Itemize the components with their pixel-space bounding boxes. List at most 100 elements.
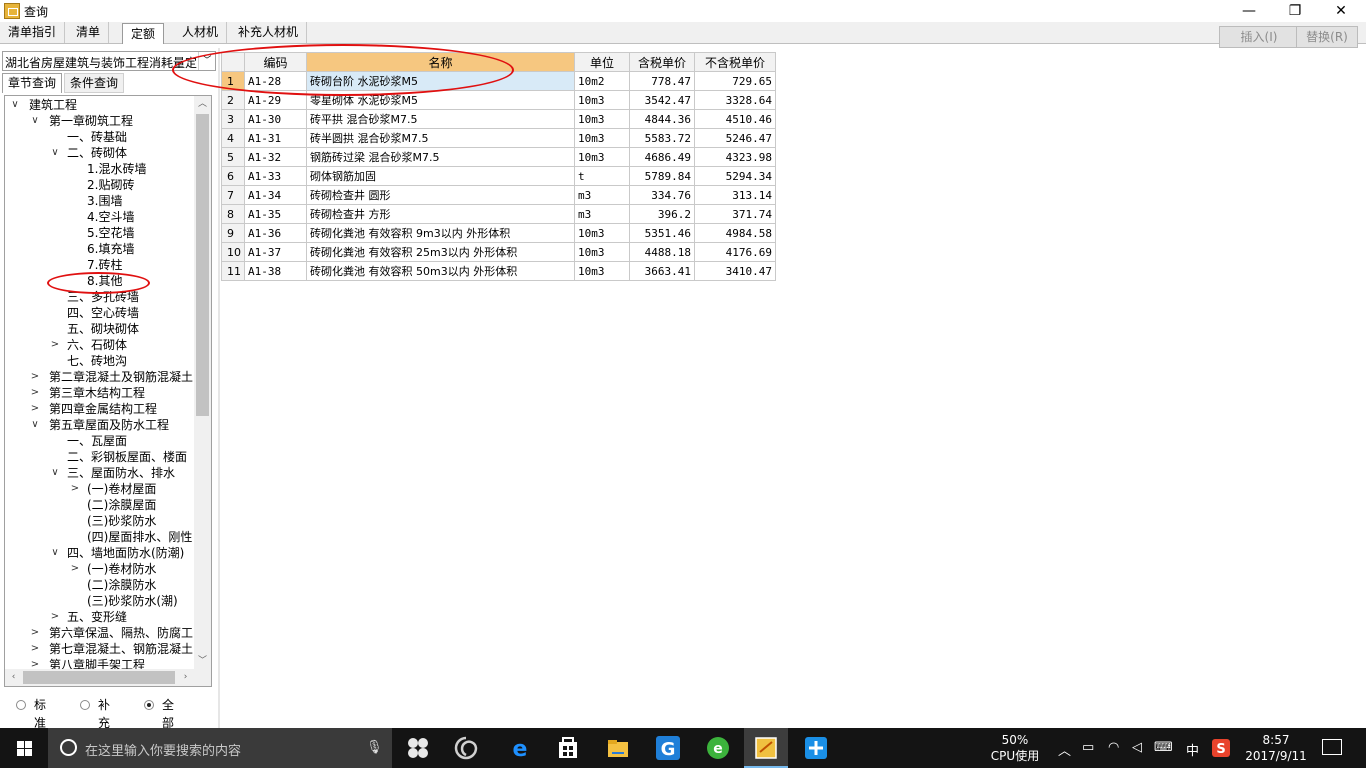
cell-name[interactable]: 砌体钢筋加固 bbox=[306, 166, 575, 186]
cell-tax-price[interactable]: 3663.41 bbox=[629, 261, 695, 281]
glodon-app-icon[interactable]: G bbox=[654, 734, 682, 762]
cell-tax-price[interactable]: 5583.72 bbox=[629, 128, 695, 148]
cell-unit[interactable]: m3 bbox=[574, 185, 630, 205]
tab-supplement-labor-material[interactable]: 补充人材机 bbox=[230, 22, 308, 43]
cell-notax-price[interactable]: 4510.46 bbox=[694, 109, 776, 129]
tree-node[interactable]: > 第三章木结构工程 bbox=[5, 385, 195, 401]
cell-unit[interactable]: 10m3 bbox=[574, 147, 630, 167]
cell-unit[interactable]: 10m3 bbox=[574, 109, 630, 129]
tree-node[interactable]: ∨ 第五章屋面及防水工程 bbox=[5, 417, 195, 433]
cell-notax-price[interactable]: 4176.69 bbox=[694, 242, 776, 262]
cpu-usage-widget[interactable]: 50% CPU使用 bbox=[990, 732, 1040, 764]
row-number[interactable]: 5 bbox=[221, 147, 245, 167]
tree-node[interactable]: > 五、变形缝 bbox=[5, 609, 195, 625]
minimize-button[interactable]: — bbox=[1226, 0, 1272, 22]
tree-node[interactable]: 3.围墙 bbox=[5, 193, 195, 209]
cell-notax-price[interactable]: 5294.34 bbox=[694, 166, 776, 186]
tree-node[interactable]: > (一)卷材屋面 bbox=[5, 481, 195, 497]
tree-vertical-scrollbar[interactable]: ︿ ﹀ bbox=[194, 96, 211, 670]
table-row[interactable]: 4 A1-31 砖半圆拱 混合砂浆M7.5 10m3 5583.72 5246.47 bbox=[221, 128, 776, 148]
task-view-icon[interactable] bbox=[404, 734, 432, 762]
tree-node[interactable]: 1.混水砖墙 bbox=[5, 161, 195, 177]
tree-node[interactable]: (三)砂浆防水(潮) bbox=[5, 593, 195, 609]
tree-node[interactable]: 一、瓦屋面 bbox=[5, 433, 195, 449]
table-row[interactable]: 10 A1-37 砖砌化粪池 有效容积 25m3以内 外形体积 10m3 4488.18… bbox=[221, 242, 776, 262]
cell-tax-price[interactable]: 4844.36 bbox=[629, 109, 695, 129]
cell-tax-price[interactable]: 4488.18 bbox=[629, 242, 695, 262]
table-row[interactable]: 9 A1-36 砖砌化粪池 有效容积 9m3以内 外形体积 10m3 5351.46 49… bbox=[221, 223, 776, 243]
cell-unit[interactable]: 10m3 bbox=[574, 261, 630, 281]
cell-name[interactable]: 砖砌化粪池 有效容积 50m3以内 外形体积 bbox=[306, 261, 575, 281]
replace-button[interactable]: 替换(R) bbox=[1296, 26, 1358, 48]
expand-icon[interactable]: > bbox=[29, 401, 41, 417]
start-button[interactable] bbox=[0, 728, 48, 768]
cell-notax-price[interactable]: 3328.64 bbox=[694, 90, 776, 110]
header-tax-price[interactable]: 含税单价 bbox=[629, 52, 695, 72]
cell-tax-price[interactable]: 778.47 bbox=[629, 71, 695, 91]
keyboard-icon[interactable]: ⌨ bbox=[1154, 740, 1173, 755]
expand-icon[interactable]: > bbox=[69, 481, 81, 497]
cell-unit[interactable]: 10m3 bbox=[574, 90, 630, 110]
scroll-thumb[interactable] bbox=[196, 114, 209, 416]
table-row[interactable]: 11 A1-38 砖砌化粪池 有效容积 50m3以内 外形体积 10m3 3663.41… bbox=[221, 261, 776, 281]
radio-all-circle[interactable] bbox=[144, 700, 154, 710]
expand-icon[interactable]: > bbox=[29, 385, 41, 401]
expand-icon[interactable]: > bbox=[29, 641, 41, 657]
cell-name[interactable]: 钢筋砖过梁 混合砂浆M7.5 bbox=[306, 147, 575, 167]
cell-tax-price[interactable]: 5351.46 bbox=[629, 223, 695, 243]
tree-node[interactable]: 五、砌块砌体 bbox=[5, 321, 195, 337]
row-number[interactable]: 7 bbox=[221, 185, 245, 205]
collapse-icon[interactable]: ∨ bbox=[49, 545, 61, 561]
scroll-right-icon[interactable]: › bbox=[177, 669, 194, 686]
radio-supplement-circle[interactable] bbox=[80, 700, 90, 710]
collapse-icon[interactable]: ∨ bbox=[29, 417, 41, 433]
cell-notax-price[interactable]: 3410.47 bbox=[694, 261, 776, 281]
cell-unit[interactable]: 10m3 bbox=[574, 242, 630, 262]
cell-name[interactable]: 砖砌检查井 方形 bbox=[306, 204, 575, 224]
battery-icon[interactable]: ▭ bbox=[1082, 740, 1094, 755]
row-number[interactable]: 4 bbox=[221, 128, 245, 148]
cell-name[interactable]: 砖砌化粪池 有效容积 9m3以内 外形体积 bbox=[306, 223, 575, 243]
table-row[interactable]: 3 A1-30 砖平拱 混合砂浆M7.5 10m3 4844.36 4510.46 bbox=[221, 109, 776, 129]
microphone-icon[interactable]: 🎙 bbox=[366, 740, 383, 755]
tree-horizontal-scrollbar[interactable]: ‹ › bbox=[5, 669, 211, 686]
cell-tax-price[interactable]: 4686.49 bbox=[629, 147, 695, 167]
expand-icon[interactable]: > bbox=[29, 625, 41, 641]
tab-condition-query[interactable]: 条件查询 bbox=[64, 73, 125, 93]
cell-code[interactable]: A1-31 bbox=[244, 128, 307, 148]
cell-code[interactable]: A1-35 bbox=[244, 204, 307, 224]
scroll-up-icon[interactable]: ︿ bbox=[194, 96, 211, 113]
cell-notax-price[interactable]: 729.65 bbox=[694, 71, 776, 91]
tree-node[interactable]: (四)屋面排水、刚性 bbox=[5, 529, 195, 545]
row-number[interactable]: 6 bbox=[221, 166, 245, 186]
cell-tax-price[interactable]: 5789.84 bbox=[629, 166, 695, 186]
tab-chapter-query[interactable]: 章节查询 bbox=[2, 73, 63, 93]
volume-icon[interactable]: ◁ bbox=[1132, 740, 1142, 755]
cell-unit[interactable]: m3 bbox=[574, 204, 630, 224]
table-row[interactable]: 8 A1-35 砖砌检查井 方形 m3 396.2 371.74 bbox=[221, 204, 776, 224]
ime-indicator[interactable]: 中 bbox=[1186, 740, 1199, 759]
cell-tax-price[interactable]: 334.76 bbox=[629, 185, 695, 205]
table-row[interactable]: 6 A1-33 砌体钢筋加固 t 5789.84 5294.34 bbox=[221, 166, 776, 186]
tree-node[interactable]: 6.填充墙 bbox=[5, 241, 195, 257]
row-number[interactable]: 2 bbox=[221, 90, 245, 110]
collapse-icon[interactable]: ∨ bbox=[9, 97, 21, 113]
cell-notax-price[interactable]: 4323.98 bbox=[694, 147, 776, 167]
tree-node[interactable]: ∨ 四、墙地面防水(防潮) bbox=[5, 545, 195, 561]
tree-node[interactable]: 四、空心砖墙 bbox=[5, 305, 195, 321]
cell-notax-price[interactable]: 371.74 bbox=[694, 204, 776, 224]
cell-name[interactable]: 砖半圆拱 混合砂浆M7.5 bbox=[306, 128, 575, 148]
header-unit[interactable]: 单位 bbox=[574, 52, 630, 72]
tree-node[interactable]: > 第二章混凝土及钢筋混凝土 bbox=[5, 369, 195, 385]
tree-node[interactable]: 二、彩钢板屋面、楼面 bbox=[5, 449, 195, 465]
tree-node[interactable]: > 六、石砌体 bbox=[5, 337, 195, 353]
tree-node[interactable]: 5.空花墙 bbox=[5, 225, 195, 241]
chevron-up-icon[interactable]: ︿ bbox=[1058, 740, 1071, 759]
expand-icon[interactable]: > bbox=[49, 609, 61, 625]
cell-code[interactable]: A1-37 bbox=[244, 242, 307, 262]
cell-code[interactable]: A1-32 bbox=[244, 147, 307, 167]
tree-node[interactable]: (二)涂膜防水 bbox=[5, 577, 195, 593]
expand-icon[interactable]: > bbox=[49, 337, 61, 353]
header-notax-price[interactable]: 不含税单价 bbox=[694, 52, 776, 72]
taskbar-search-box[interactable]: 在这里输入你要搜索的内容 🎙 bbox=[48, 728, 392, 768]
